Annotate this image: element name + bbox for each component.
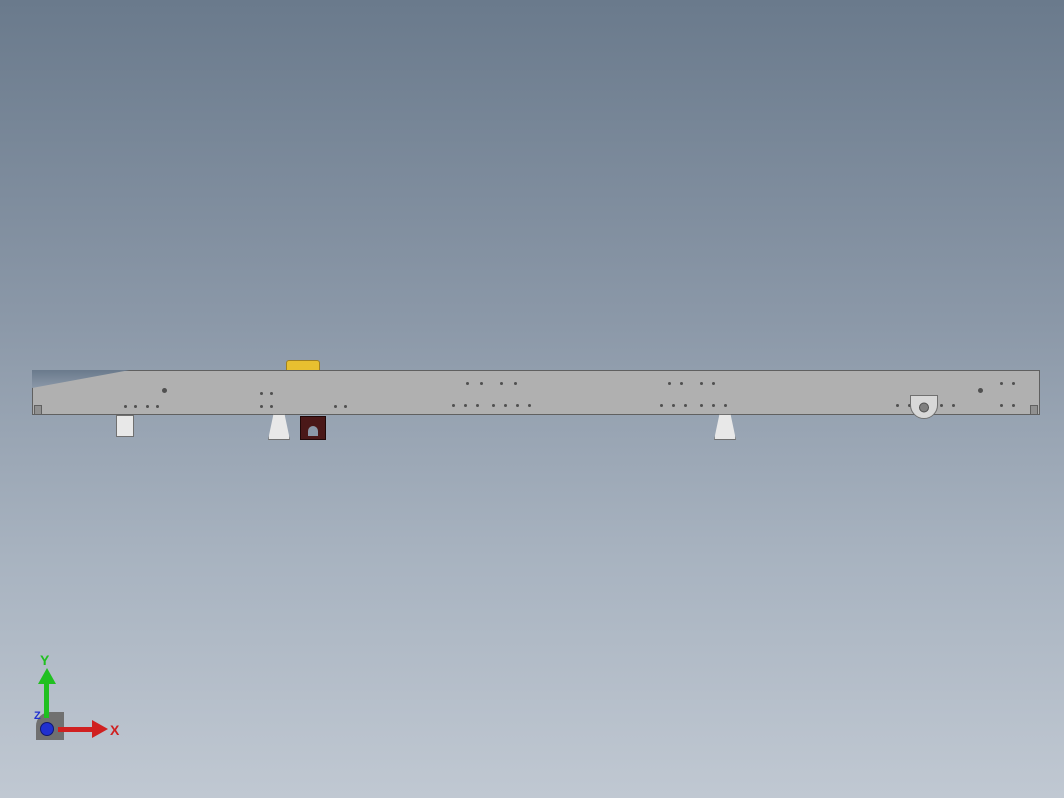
frame-hole: [684, 404, 687, 407]
frame-hole: [940, 404, 943, 407]
frame-hole: [952, 404, 955, 407]
frame-hole: [712, 404, 715, 407]
triad-z-axis-icon: [40, 722, 54, 736]
frame-hole: [466, 382, 469, 385]
mount-bracket-2: [268, 414, 290, 440]
frame-hole: [260, 405, 263, 408]
frame-hole: [344, 405, 347, 408]
chassis-frame-rail: [32, 370, 1040, 415]
frame-hole: [1000, 404, 1003, 407]
frame-hole: [162, 388, 167, 393]
frame-hole: [680, 382, 683, 385]
frame-hole: [260, 392, 263, 395]
frame-hole: [134, 405, 137, 408]
frame-hole: [492, 404, 495, 407]
frame-hole: [480, 382, 483, 385]
frame-hole: [452, 404, 455, 407]
frame-hole: [156, 405, 159, 408]
frame-hole: [500, 382, 503, 385]
frame-end-cap-rear: [1030, 405, 1038, 415]
frame-hole: [896, 404, 899, 407]
frame-end-cap-front: [34, 405, 42, 415]
mount-bracket-3: [714, 414, 736, 440]
triad-y-arrowhead-icon: [38, 668, 56, 684]
triad-x-axis-icon: [58, 727, 94, 732]
crossmember-bracket: [300, 416, 326, 440]
mount-bracket-1: [116, 415, 134, 437]
view-orientation-triad[interactable]: X Y Z: [36, 660, 116, 740]
frame-hole: [514, 382, 517, 385]
cad-3d-viewport[interactable]: X Y Z: [0, 0, 1064, 798]
frame-hole: [1000, 382, 1003, 385]
frame-hole: [270, 405, 273, 408]
frame-hole: [700, 404, 703, 407]
frame-hole: [528, 404, 531, 407]
frame-hole: [334, 405, 337, 408]
triad-z-label: Z: [34, 710, 41, 722]
shackle-pin-icon: [919, 403, 929, 413]
triad-x-arrowhead-icon: [92, 720, 108, 738]
frame-hole: [146, 405, 149, 408]
frame-hole: [1012, 382, 1015, 385]
frame-hole: [712, 382, 715, 385]
frame-hole: [668, 382, 671, 385]
frame-hole: [724, 404, 727, 407]
frame-hole: [672, 404, 675, 407]
model-canvas[interactable]: [0, 0, 1064, 798]
frame-hole: [124, 405, 127, 408]
triad-x-label: X: [110, 722, 119, 738]
frame-hole: [476, 404, 479, 407]
triad-y-axis-icon: [44, 682, 49, 718]
shackle-bracket: [910, 395, 938, 419]
frame-hole: [978, 388, 983, 393]
frame-hole: [504, 404, 507, 407]
frame-hole: [700, 382, 703, 385]
frame-hole: [270, 392, 273, 395]
frame-hole: [660, 404, 663, 407]
triad-y-label: Y: [40, 652, 49, 668]
frame-hole: [464, 404, 467, 407]
frame-hole: [1012, 404, 1015, 407]
frame-hole: [516, 404, 519, 407]
